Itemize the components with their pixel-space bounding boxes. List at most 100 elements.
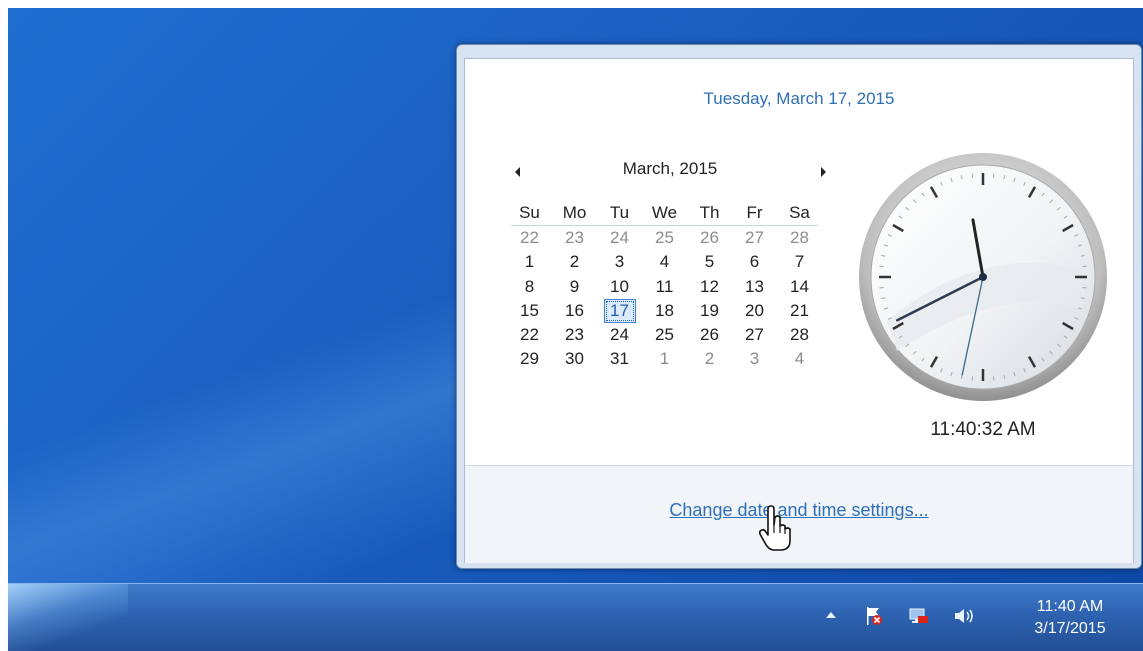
- calendar-day-number: 6: [750, 252, 759, 271]
- calendar-header: March, 2015: [507, 159, 827, 187]
- calendar-day-number: 27: [745, 228, 764, 247]
- calendar-day-number: 20: [745, 301, 764, 320]
- calendar-day[interactable]: 3: [597, 250, 642, 274]
- flyout-content: Tuesday, March 17, 2015 March, 2015 SuMo…: [464, 58, 1134, 563]
- notification-area: 11:40 AM 3/17/2015: [803, 584, 1143, 651]
- calendar-day[interactable]: 28: [777, 226, 822, 250]
- calendar-day[interactable]: 22: [507, 323, 552, 347]
- calendar-day-number: 11: [656, 277, 674, 296]
- network-icon[interactable]: [909, 606, 929, 626]
- calendar-day-number: 2: [705, 349, 714, 368]
- calendar-day[interactable]: 27: [732, 323, 777, 347]
- calendar-day[interactable]: 14: [777, 275, 822, 299]
- calendar-day[interactable]: 24: [597, 226, 642, 250]
- calendar-day[interactable]: 31: [597, 347, 642, 371]
- calendar-day[interactable]: 10: [597, 275, 642, 299]
- calendar-day[interactable]: 20: [732, 299, 777, 323]
- calendar-day-number: 22: [520, 325, 539, 344]
- calendar-day-number: 29: [520, 349, 539, 368]
- analog-clock: [857, 151, 1109, 403]
- calendar-day-number: 7: [795, 252, 804, 271]
- calendar-day-today[interactable]: 17: [597, 299, 642, 323]
- calendar-day[interactable]: 23: [552, 226, 597, 250]
- weekday-header: Fr: [732, 201, 777, 225]
- calendar-day-number: 26: [700, 228, 719, 247]
- calendar-day[interactable]: 27: [732, 226, 777, 250]
- calendar-day-number: 24: [610, 325, 629, 344]
- calendar-day[interactable]: 13: [732, 275, 777, 299]
- calendar-day[interactable]: 7: [777, 250, 822, 274]
- long-date-link[interactable]: Tuesday, March 17, 2015: [465, 89, 1133, 109]
- calendar-day[interactable]: 26: [687, 323, 732, 347]
- calendar-day[interactable]: 19: [687, 299, 732, 323]
- calendar-day-number: 3: [615, 252, 624, 271]
- calendar: March, 2015 SuMoTuWeThFrSa22232425262728…: [507, 159, 827, 187]
- calendar-day-number: 28: [790, 325, 809, 344]
- calendar-day[interactable]: 5: [687, 250, 732, 274]
- triangle-right-icon[interactable]: [821, 167, 826, 177]
- calendar-day[interactable]: 25: [642, 323, 687, 347]
- volume-icon[interactable]: [953, 606, 975, 626]
- calendar-day[interactable]: 15: [507, 299, 552, 323]
- change-date-time-settings-link[interactable]: Change date and time settings...: [465, 500, 1133, 521]
- calendar-day-number: 21: [790, 301, 809, 320]
- calendar-day[interactable]: 12: [687, 275, 732, 299]
- calendar-month-title[interactable]: March, 2015: [507, 159, 833, 179]
- calendar-day[interactable]: 3: [732, 347, 777, 371]
- calendar-day[interactable]: 4: [777, 347, 822, 371]
- calendar-day[interactable]: 23: [552, 323, 597, 347]
- calendar-day[interactable]: 26: [687, 226, 732, 250]
- weekday-header: Sa: [777, 201, 822, 225]
- calendar-day[interactable]: 24: [597, 323, 642, 347]
- calendar-day-number: 24: [610, 228, 629, 247]
- calendar-day-number: 23: [565, 325, 584, 344]
- tray-time-text: 11:40 AM: [1015, 596, 1125, 618]
- start-button-glow[interactable]: [8, 584, 128, 651]
- calendar-day-number: 18: [655, 301, 674, 320]
- tray-date-text: 3/17/2015: [1015, 618, 1125, 640]
- digital-time: 11:40:32 AM: [857, 419, 1109, 441]
- calendar-day[interactable]: 28: [777, 323, 822, 347]
- action-center-flag-icon[interactable]: [865, 606, 883, 626]
- calendar-day[interactable]: 21: [777, 299, 822, 323]
- calendar-day-number: 10: [610, 277, 629, 296]
- calendar-day[interactable]: 2: [552, 250, 597, 274]
- calendar-day-number: 4: [660, 252, 669, 271]
- weekday-header: Tu: [597, 201, 642, 225]
- calendar-day[interactable]: 1: [642, 347, 687, 371]
- calendar-day[interactable]: 6: [732, 250, 777, 274]
- calendar-day[interactable]: 30: [552, 347, 597, 371]
- calendar-day-number: 16: [565, 301, 584, 320]
- calendar-day[interactable]: 1: [507, 250, 552, 274]
- hand-cursor-icon: [757, 505, 793, 551]
- calendar-day-number: 5: [705, 252, 714, 271]
- calendar-day-number: 25: [655, 228, 674, 247]
- calendar-day-number: 2: [570, 252, 579, 271]
- calendar-day-number: 9: [570, 277, 579, 296]
- calendar-day[interactable]: 4: [642, 250, 687, 274]
- date-time-flyout: Tuesday, March 17, 2015 March, 2015 SuMo…: [456, 44, 1142, 569]
- weekday-header: Mo: [552, 201, 597, 225]
- calendar-day[interactable]: 22: [507, 226, 552, 250]
- calendar-day-number: 31: [610, 349, 629, 368]
- calendar-grid: SuMoTuWeThFrSa22232425262728123456789101…: [507, 201, 827, 372]
- calendar-day-number: 8: [525, 277, 534, 296]
- calendar-day[interactable]: 2: [687, 347, 732, 371]
- calendar-day-number: 17: [604, 299, 636, 323]
- calendar-day-number: 1: [660, 349, 669, 368]
- calendar-day[interactable]: 8: [507, 275, 552, 299]
- calendar-day[interactable]: 11: [642, 275, 687, 299]
- calendar-day[interactable]: 25: [642, 226, 687, 250]
- calendar-day-number: 12: [700, 277, 719, 296]
- calendar-day[interactable]: 16: [552, 299, 597, 323]
- calendar-day-number: 1: [525, 252, 534, 271]
- taskbar: 11:40 AM 3/17/2015: [8, 583, 1143, 651]
- weekday-header: Th: [687, 201, 732, 225]
- show-hidden-icons-arrow-icon[interactable]: [826, 612, 836, 618]
- calendar-day[interactable]: 29: [507, 347, 552, 371]
- tray-clock[interactable]: 11:40 AM 3/17/2015: [1015, 596, 1125, 640]
- calendar-day-number: 25: [655, 325, 674, 344]
- calendar-day[interactable]: 18: [642, 299, 687, 323]
- calendar-day-number: 4: [795, 349, 804, 368]
- calendar-day[interactable]: 9: [552, 275, 597, 299]
